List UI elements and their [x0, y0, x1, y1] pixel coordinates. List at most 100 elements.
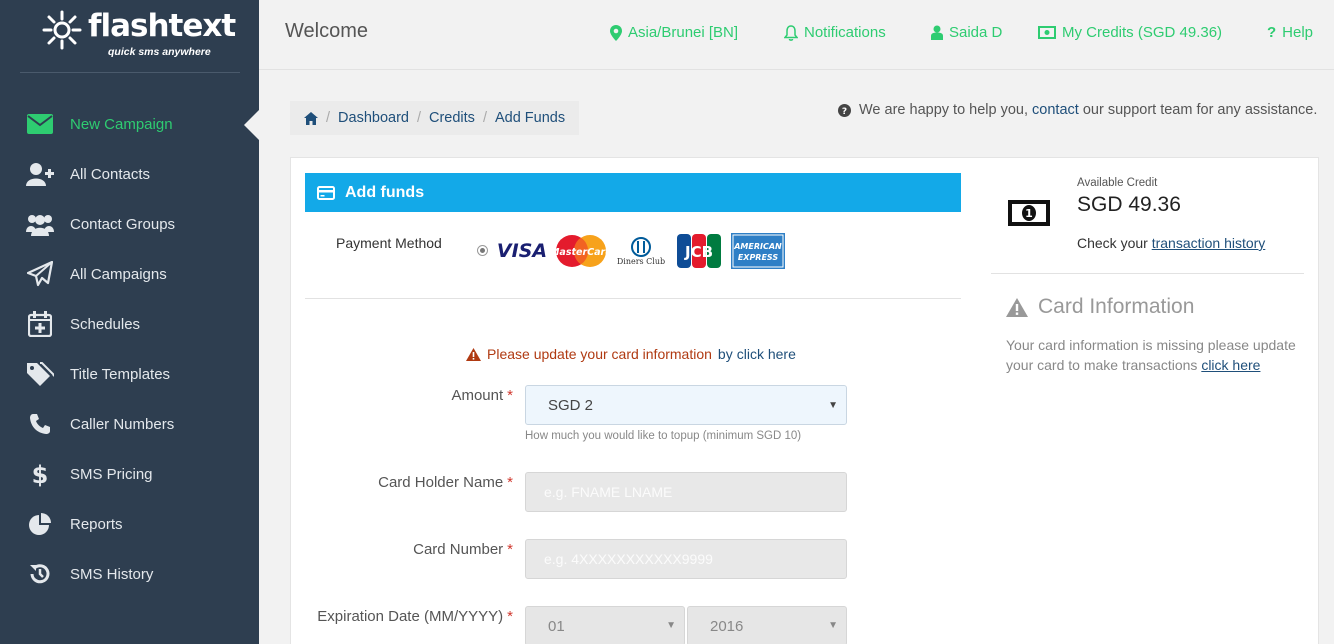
breadcrumb-separator: /: [482, 110, 487, 126]
money-bill-icon: [1038, 26, 1056, 39]
sidebar-item-label: All Contacts: [70, 165, 151, 183]
envelope-icon: [26, 110, 54, 138]
warning-message: Please update your card information: [487, 346, 712, 362]
amount-hint: How much you would like to topup (minimu…: [525, 430, 802, 442]
sidebar-item-label: All Campaigns: [70, 265, 167, 283]
sidebar-item-new-campaign[interactable]: New Campaign: [0, 99, 260, 149]
question-icon: ?: [1267, 24, 1277, 41]
money-bill-icon: 1: [1008, 200, 1050, 226]
visa-logo-icon: VISA: [496, 240, 548, 262]
jcb-logo-icon: JCB: [676, 233, 722, 269]
sidebar-item-label: SMS History: [70, 565, 154, 583]
user-menu[interactable]: Saida D: [931, 24, 1002, 41]
active-indicator: [244, 109, 260, 141]
card-info-heading: Card Information: [1006, 295, 1194, 319]
svg-text:?: ?: [842, 107, 847, 117]
payment-method-label: Payment Method: [336, 235, 442, 251]
brand-name: flashtext: [88, 8, 236, 44]
svg-text:EXPRESS: EXPRESS: [738, 253, 779, 262]
brand-logo[interactable]: flashtext quick sms anywhere: [42, 8, 236, 64]
expiration-month-select[interactable]: 01 ▼: [525, 606, 685, 644]
expiration-year-value: 2016: [710, 617, 744, 635]
user-name: Saida D: [949, 24, 1003, 41]
support-suffix: our support team for any assistance.: [1082, 102, 1318, 118]
notifications-link[interactable]: Notifications: [784, 24, 886, 41]
users-icon: [26, 210, 54, 238]
sidebar-item-sms-history[interactable]: SMS History: [0, 549, 259, 599]
expiration-month-value: 01: [548, 617, 565, 635]
svg-text:$: $: [32, 461, 49, 488]
credit-card-icon: [317, 185, 335, 200]
sidebar-item-caller-numbers[interactable]: Caller Numbers: [0, 399, 259, 449]
card-info-link[interactable]: click here: [1201, 357, 1260, 373]
warning-icon: [466, 347, 481, 361]
map-marker-icon: [610, 24, 622, 41]
available-credit-label: Available Credit: [1077, 177, 1158, 189]
sidebar-item-sms-pricing[interactable]: $ SMS Pricing: [0, 449, 259, 499]
panel-divider: [991, 273, 1304, 274]
sidebar-item-schedules[interactable]: Schedules: [0, 299, 259, 349]
svg-text:AMERICAN: AMERICAN: [733, 242, 782, 251]
notifications-label: Notifications: [804, 24, 886, 41]
txn-prefix: Check your: [1077, 235, 1148, 251]
card-number-placeholder: e.g. 4XXXXXXXXXXX9999: [544, 551, 713, 567]
card-number-label: Card Number *: [413, 541, 513, 558]
card-number-input[interactable]: e.g. 4XXXXXXXXXXX9999: [525, 539, 847, 579]
form-divider: [305, 298, 961, 299]
breadcrumb-separator: /: [416, 110, 421, 126]
sidebar-divider: [20, 72, 240, 73]
help-link[interactable]: ? Help: [1267, 24, 1313, 41]
payment-method-radio[interactable]: [477, 245, 488, 256]
timezone-selector[interactable]: Asia/Brunei [BN]: [610, 24, 738, 41]
amount-value: SGD 2: [548, 396, 594, 414]
card-holder-label: Card Holder Name *: [378, 474, 513, 491]
caret-down-icon: ▼: [828, 400, 838, 411]
question-circle-icon: ?: [838, 103, 851, 117]
user-icon: [931, 25, 943, 40]
sidebar-item-contact-groups[interactable]: Contact Groups: [0, 199, 259, 249]
brand-tagline: quick sms anywhere: [108, 46, 211, 58]
breadcrumb-separator: /: [326, 110, 331, 126]
sidebar-item-label: Contact Groups: [70, 215, 176, 233]
contact-link[interactable]: contact: [1032, 102, 1079, 118]
sidebar-item-reports[interactable]: Reports: [0, 499, 259, 549]
sidebar-item-all-campaigns[interactable]: All Campaigns: [0, 249, 259, 299]
amount-select[interactable]: SGD 2 ▼: [525, 385, 847, 425]
paper-plane-icon: [26, 260, 54, 288]
warning-by: by: [717, 346, 733, 362]
expiration-year-select[interactable]: 2016 ▼: [687, 606, 847, 644]
my-credits-label: My Credits (SGD 49.36): [1062, 24, 1223, 41]
pie-chart-icon: [26, 510, 54, 538]
expiration-label: Expiration Date (MM/YYYY) *: [317, 608, 513, 625]
diners-club-logo-icon: Diners Club: [616, 233, 666, 269]
mastercard-logo-icon: MasterCard: [555, 233, 607, 269]
sidebar-item-label: Title Templates: [70, 365, 171, 383]
sidebar-item-all-contacts[interactable]: All Contacts: [0, 149, 259, 199]
breadcrumb-add-funds[interactable]: Add Funds: [495, 110, 565, 126]
update-card-link[interactable]: click here: [737, 346, 796, 362]
add-funds-title: Add funds: [345, 183, 425, 201]
breadcrumb-dashboard[interactable]: Dashboard: [338, 110, 409, 126]
card-holder-input[interactable]: e.g. FNAME LNAME: [525, 472, 847, 512]
home-icon[interactable]: [304, 111, 318, 125]
my-credits-link[interactable]: My Credits (SGD 49.36): [1038, 24, 1222, 41]
card-holder-placeholder: e.g. FNAME LNAME: [544, 484, 673, 500]
sun-logo-icon: [42, 10, 82, 50]
sidebar-item-title-templates[interactable]: Title Templates: [0, 349, 259, 399]
user-plus-icon: [26, 160, 54, 188]
timezone-label: Asia/Brunei [BN]: [628, 24, 739, 41]
support-prefix: We are happy to help you,: [859, 102, 1029, 118]
card-info-message: Your card information is missing please …: [1006, 335, 1296, 375]
help-label: Help: [1282, 24, 1314, 41]
amount-label: Amount *: [451, 387, 513, 404]
breadcrumb-credits[interactable]: Credits: [429, 110, 475, 126]
sidebar-item-label: Schedules: [70, 315, 141, 333]
svg-text:JCB: JCB: [684, 243, 713, 261]
transaction-history-line: Check your transaction history: [1077, 235, 1265, 251]
american-express-logo-icon: AMERICAN EXPRESS: [731, 233, 785, 269]
breadcrumb: / Dashboard / Credits / Add Funds: [290, 101, 580, 135]
tags-icon: [26, 360, 54, 388]
phone-icon: [26, 410, 54, 438]
transaction-history-link[interactable]: transaction history: [1152, 235, 1266, 251]
warning-icon: [1006, 297, 1028, 317]
